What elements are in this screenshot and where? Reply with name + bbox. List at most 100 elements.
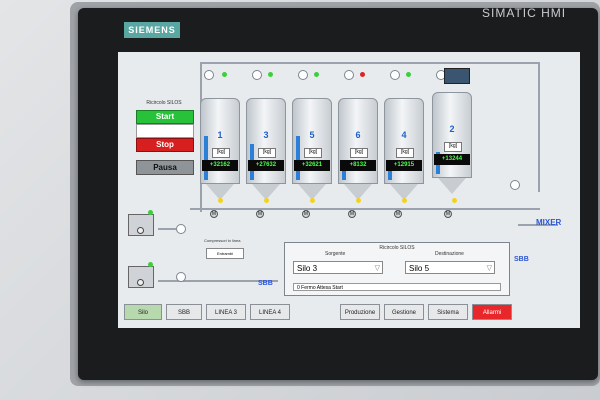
- motor-icon[interactable]: M: [256, 210, 264, 218]
- motor-icon: [137, 227, 144, 234]
- status-led: [264, 198, 269, 203]
- silo-number: 2: [449, 124, 455, 134]
- valve-icon[interactable]: [176, 272, 186, 282]
- chevron-down-icon: ▽: [374, 265, 380, 272]
- valve-icon[interactable]: [298, 70, 308, 80]
- compressor-unit-1[interactable]: [128, 214, 154, 236]
- hmi-screen: Ricircolo SILOS Start Stop Pausa 1 [kg] …: [118, 52, 580, 328]
- status-led: [148, 210, 153, 215]
- status-led: [222, 72, 227, 77]
- navigation-bar: Silo SBB LINEA 3 LINEA 4 Produzione Gest…: [122, 304, 580, 322]
- valve-icon[interactable]: [344, 70, 354, 80]
- sbb-bottom-label: SBB: [258, 280, 273, 287]
- status-led: [402, 198, 407, 203]
- silo-weight: +27632: [248, 160, 284, 171]
- silo-2[interactable]: 2 [kg] +13244: [432, 92, 472, 196]
- silo-1[interactable]: 1 [kg] +32162: [200, 98, 240, 202]
- model-label: SIMATIC HMI: [482, 6, 567, 20]
- silo-body: [338, 98, 378, 184]
- silo-level-bar: [296, 136, 300, 180]
- control-panel-title: Ricircolo SILOS: [146, 100, 182, 106]
- compressor-unit-2[interactable]: [128, 266, 154, 288]
- sbb-right-label: SBB: [514, 256, 529, 263]
- valve-icon[interactable]: [204, 70, 214, 80]
- silo-body: [292, 98, 332, 184]
- motor-icon: [137, 279, 144, 286]
- destination-label: Destinazione: [435, 251, 464, 257]
- valve-icon[interactable]: [390, 70, 400, 80]
- tab-produzione[interactable]: Produzione: [340, 304, 380, 320]
- silo-body: [200, 98, 240, 184]
- silo-body: [384, 98, 424, 184]
- valve-icon[interactable]: [252, 70, 262, 80]
- silo-4[interactable]: 4 [kg] +12915: [384, 98, 424, 202]
- tab-allarmi[interactable]: Allarmi: [472, 304, 512, 320]
- silo-weight: +13244: [434, 154, 470, 165]
- compressor-mode-button[interactable]: Entrambi: [206, 248, 244, 259]
- silo-number: 3: [263, 130, 269, 140]
- silo-unit: [kg]: [258, 148, 276, 158]
- compressor-pipe-1: [158, 228, 176, 230]
- destination-select[interactable]: Silo 5 ▽: [405, 261, 495, 274]
- status-led: [218, 198, 223, 203]
- mixer-label: MIXER: [536, 218, 562, 227]
- silo-body: [432, 92, 472, 178]
- compressor-label: Compressori in linea: [204, 238, 241, 243]
- destination-value: Silo 5: [409, 264, 430, 273]
- silo-unit: [kg]: [396, 148, 414, 158]
- brand-logo: SIEMENS: [124, 22, 180, 38]
- silo-level-bar: [204, 136, 208, 180]
- tab-linea-3[interactable]: LINEA 3: [206, 304, 246, 320]
- status-led: [356, 198, 361, 203]
- silo-weight: +32621: [294, 160, 330, 171]
- motor-icon[interactable]: M: [444, 210, 452, 218]
- motor-icon[interactable]: M: [394, 210, 402, 218]
- ricircolo-panel: Ricircolo SILOS Sorgente Destinazione Si…: [284, 242, 510, 296]
- tab-linea-4[interactable]: LINEA 4: [250, 304, 290, 320]
- silo-body: [246, 98, 286, 184]
- silo-3[interactable]: 3 [kg] +27632: [246, 98, 286, 202]
- chevron-down-icon: ▽: [486, 265, 492, 272]
- silo-cone: [438, 178, 466, 194]
- pausa-button[interactable]: Pausa: [136, 160, 194, 175]
- tab-sistema[interactable]: Sistema: [428, 304, 468, 320]
- silo-weight: +32162: [202, 160, 238, 171]
- silo-number: 5: [309, 130, 315, 140]
- status-led: [148, 262, 153, 267]
- blank-indicator: [136, 124, 194, 138]
- status-led: [268, 72, 273, 77]
- status-field: 0 Fermo Attesa Start: [293, 283, 501, 291]
- silo-weight: +12915: [386, 160, 422, 171]
- status-led: [360, 72, 365, 77]
- tab-gestione[interactable]: Gestione: [384, 304, 424, 320]
- silo-6[interactable]: 6 [kg] +8132: [338, 98, 378, 202]
- silo-unit: [kg]: [350, 148, 368, 158]
- tab-sbb[interactable]: SBB: [166, 304, 202, 320]
- valve-icon[interactable]: [510, 180, 520, 190]
- ricircolo-title: Ricircolo SILOS: [379, 245, 415, 251]
- silo-unit: [kg]: [212, 148, 230, 158]
- silo-5[interactable]: 5 [kg] +32621: [292, 98, 332, 202]
- motor-icon[interactable]: M: [210, 210, 218, 218]
- status-led: [314, 72, 319, 77]
- motor-icon[interactable]: M: [348, 210, 356, 218]
- top-pipe: [200, 62, 540, 64]
- tab-silo[interactable]: Silo: [124, 304, 162, 320]
- status-led: [452, 198, 457, 203]
- status-led: [310, 198, 315, 203]
- valve-icon[interactable]: [176, 224, 186, 234]
- silo-weight: +8132: [340, 160, 376, 171]
- filter-icon: [444, 68, 470, 84]
- status-led: [406, 72, 411, 77]
- right-pipe: [538, 62, 540, 192]
- source-value: Silo 3: [297, 264, 318, 273]
- source-select[interactable]: Silo 3 ▽: [293, 261, 383, 274]
- bottom-pipe: [190, 208, 540, 210]
- silo-number: 4: [401, 130, 407, 140]
- start-button[interactable]: Start: [136, 110, 194, 124]
- source-label: Sorgente: [325, 251, 346, 257]
- silo-unit: [kg]: [444, 142, 462, 152]
- stop-button[interactable]: Stop: [136, 138, 194, 152]
- motor-icon[interactable]: M: [302, 210, 310, 218]
- silo-number: 6: [355, 130, 361, 140]
